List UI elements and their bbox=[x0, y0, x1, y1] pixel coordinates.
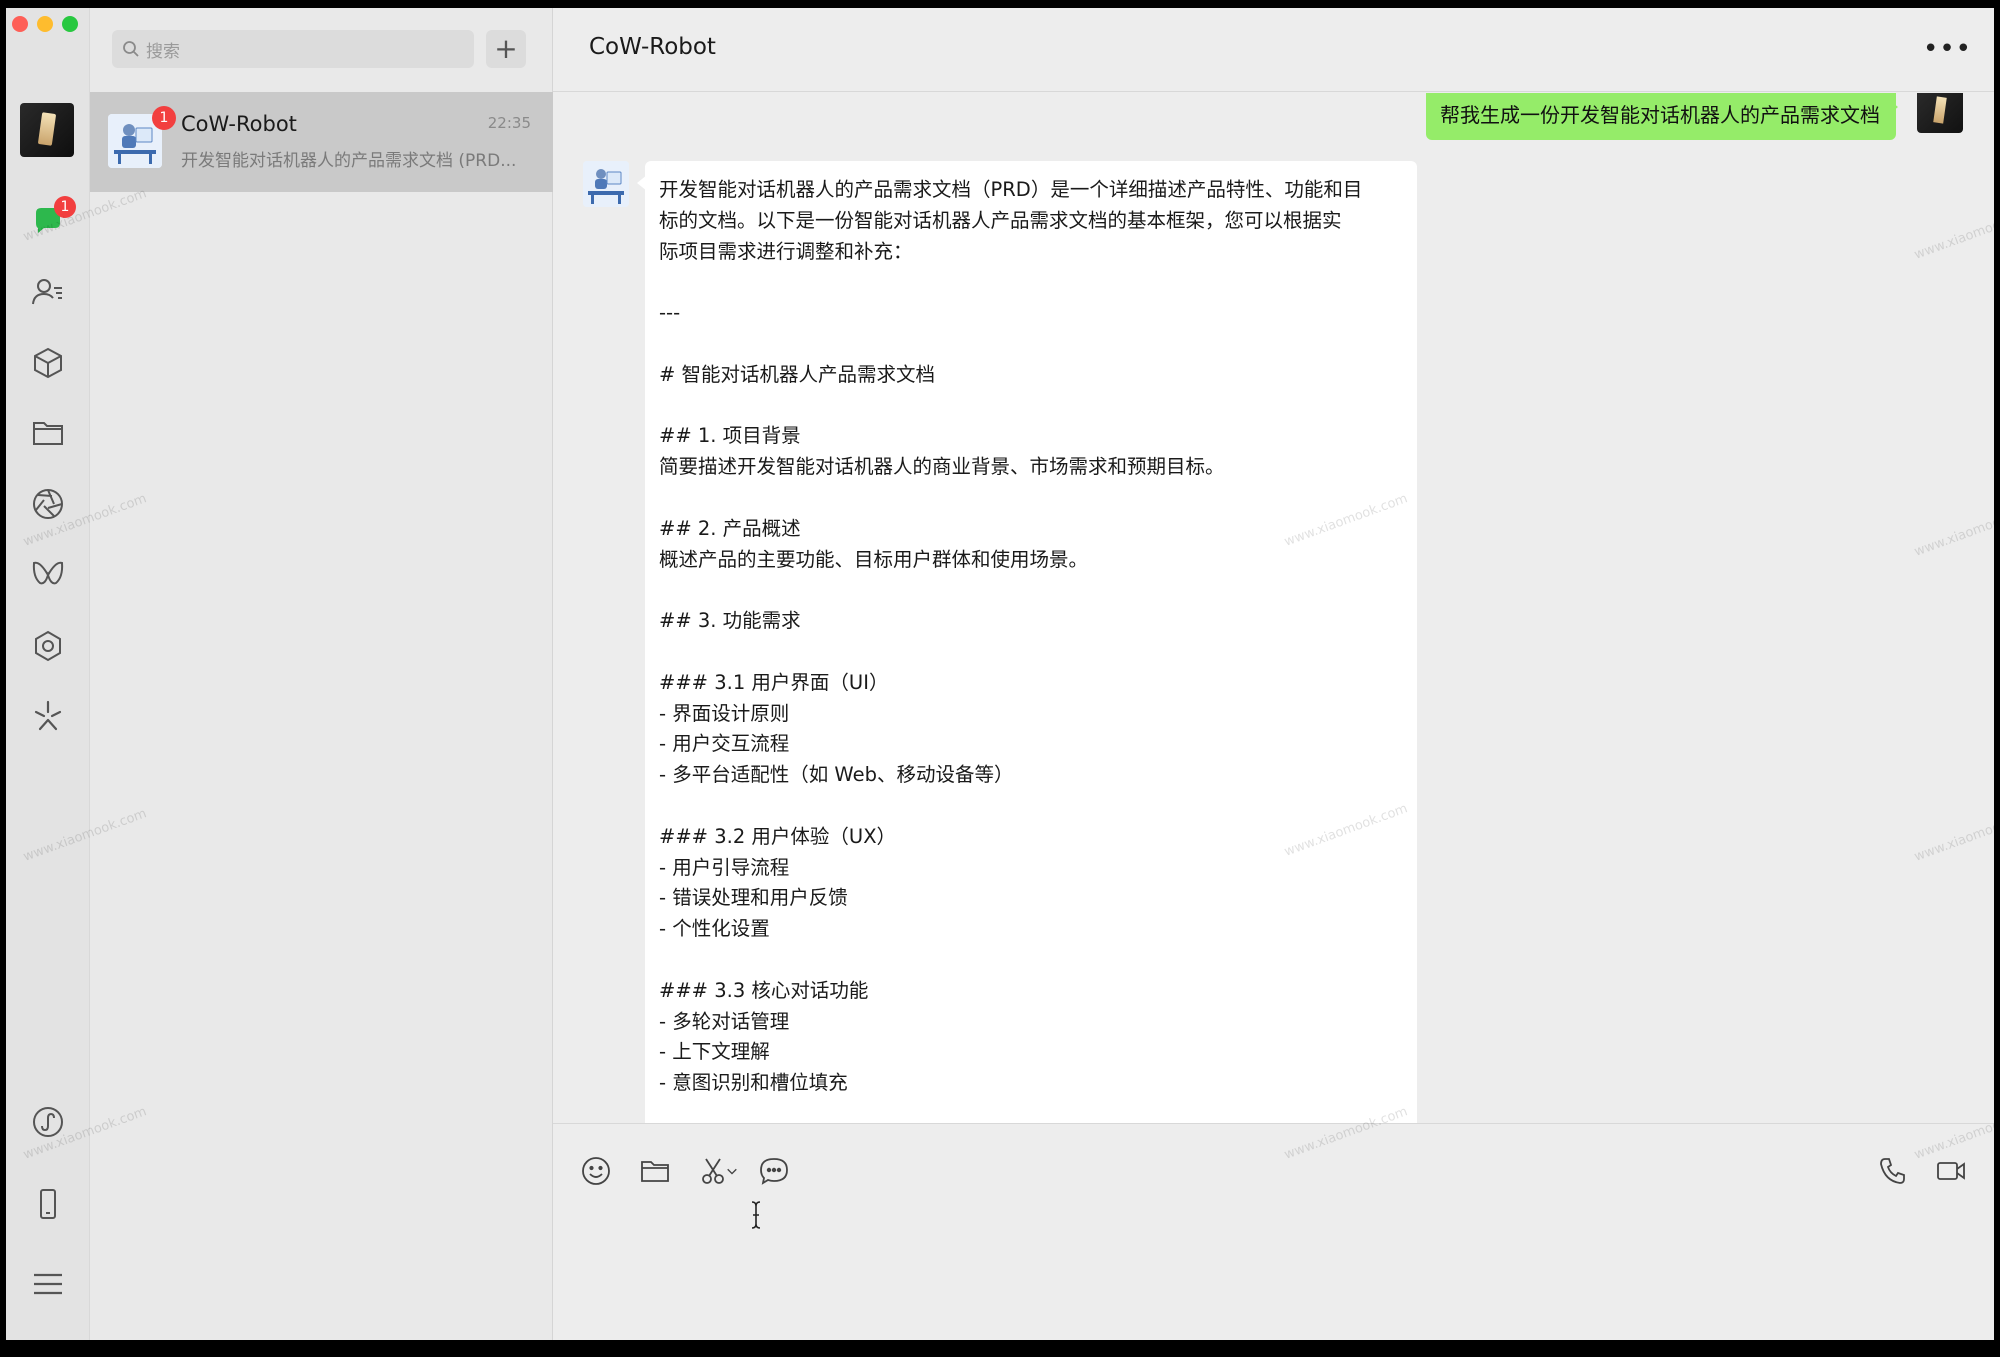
reply-line bbox=[659, 945, 1403, 976]
search-placeholder: 搜索 bbox=[146, 41, 180, 62]
sender-avatar[interactable] bbox=[1917, 93, 1963, 133]
reply-line: ## 2. 产品概述 bbox=[659, 516, 801, 540]
conversation-list-panel: 搜索 + 1 CoW-Robot 22:35 开发智能对话机器人的产品需求文档 … bbox=[90, 8, 553, 1340]
reply-line: # 智能对话机器人产品需求文档 bbox=[659, 362, 936, 386]
reply-line: - 用户交互流程 bbox=[659, 732, 790, 756]
unread-badge: 1 bbox=[152, 106, 176, 130]
reply-line: - 意图识别和槽位填充 bbox=[659, 1071, 848, 1095]
folder-icon[interactable] bbox=[28, 413, 68, 453]
chat-unread-badge: 1 bbox=[54, 196, 76, 218]
conversation-name: CoW-Robot bbox=[181, 112, 297, 136]
video-icon[interactable] bbox=[1934, 1154, 1968, 1188]
chat-bubble-icon[interactable] bbox=[757, 1154, 791, 1188]
butterfly-icon[interactable] bbox=[28, 555, 68, 595]
reply-line: 开发智能对话机器人的产品需求文档（PRD）是一个详细描述产品特性、功能和目 bbox=[659, 178, 1363, 201]
user-avatar[interactable] bbox=[20, 103, 74, 157]
cube-icon[interactable] bbox=[28, 343, 68, 383]
icon-rail: 1 bbox=[6, 8, 90, 1340]
message-list[interactable]: 帮我生成一份开发智能对话机器人的产品需求文档 开发智能对话机器人的产品需求文档（… bbox=[553, 93, 1994, 1123]
reply-line: - 多平台适配性（如 Web、移动设备等） bbox=[659, 763, 1014, 787]
contacts-icon[interactable] bbox=[28, 272, 68, 312]
reply-line: - 上下文理解 bbox=[659, 1040, 770, 1064]
reply-line bbox=[659, 575, 1403, 606]
text-cursor-icon bbox=[751, 1201, 761, 1229]
app-window: 1 搜索 + 1 CoW-Robot 22:35 开发智能对话机器人的产品需求文… bbox=[6, 8, 1994, 1340]
reply-line bbox=[659, 391, 1403, 422]
conversation-item[interactable]: 1 CoW-Robot 22:35 开发智能对话机器人的产品需求文档 (PRD.… bbox=[90, 92, 553, 192]
conversation-preview: 开发智能对话机器人的产品需求文档 (PRD... bbox=[181, 151, 517, 171]
robot-avatar[interactable] bbox=[583, 161, 629, 207]
chat-title: CoW-Robot bbox=[589, 34, 716, 60]
sparkle-icon[interactable] bbox=[28, 696, 68, 736]
phone-icon[interactable] bbox=[1876, 1154, 1910, 1188]
hexagon-gear-icon[interactable] bbox=[28, 626, 68, 666]
close-window-button[interactable] bbox=[12, 16, 28, 32]
chevron-down-icon[interactable] bbox=[725, 1154, 739, 1188]
zoom-window-button[interactable] bbox=[62, 16, 78, 32]
more-options-button[interactable]: ••• bbox=[1923, 34, 1972, 64]
reply-line: ### 3.2 用户体验（UX） bbox=[659, 824, 897, 848]
reply-line bbox=[659, 637, 1403, 668]
reply-line: - 个性化设置 bbox=[659, 917, 770, 941]
message-input-area[interactable] bbox=[553, 1123, 1994, 1340]
folder-icon[interactable] bbox=[638, 1154, 672, 1188]
reply-line: - 界面设计原则 bbox=[659, 701, 790, 725]
reply-line: --- bbox=[659, 301, 681, 325]
reply-text: 开发智能对话机器人的产品需求文档（PRD）是一个详细描述产品特性、功能和目 标的文… bbox=[659, 175, 1403, 1099]
reply-line: ## 1. 项目背景 bbox=[659, 424, 801, 448]
reply-line: 标的文档。以下是一份智能对话机器人产品需求文档的基本框架，您可以根据实 bbox=[659, 208, 1342, 232]
reply-line bbox=[659, 483, 1403, 514]
reply-line: - 多轮对话管理 bbox=[659, 1009, 790, 1033]
reply-line: ## 3. 功能需求 bbox=[659, 609, 801, 633]
reply-line: 简要描述开发智能对话机器人的商业背景、市场需求和预期目标。 bbox=[659, 455, 1225, 479]
add-button[interactable]: + bbox=[486, 30, 526, 68]
reply-line: 际项目需求进行调整和补充： bbox=[659, 239, 913, 263]
minimize-window-button[interactable] bbox=[37, 16, 53, 32]
reply-line bbox=[659, 267, 1403, 298]
reply-line: 概述产品的主要功能、目标用户群体和使用场景。 bbox=[659, 547, 1089, 571]
phone-device-icon[interactable] bbox=[28, 1184, 68, 1224]
menu-icon[interactable] bbox=[28, 1264, 68, 1304]
chat-panel: CoW-Robot ••• 帮我生成一份开发智能对话机器人的产品需求文档 开发智… bbox=[553, 8, 1994, 1340]
conversation-time: 22:35 bbox=[487, 114, 531, 132]
reply-line: ### 3.3 核心对话功能 bbox=[659, 978, 869, 1002]
reply-line: - 用户引导流程 bbox=[659, 855, 790, 879]
chat-header: CoW-Robot ••• bbox=[553, 8, 1994, 92]
search-input[interactable]: 搜索 bbox=[112, 30, 474, 68]
received-message-bubble[interactable]: 开发智能对话机器人的产品需求文档（PRD）是一个详细描述产品特性、功能和目 标的文… bbox=[637, 161, 1417, 1123]
reply-line bbox=[659, 791, 1403, 822]
aperture-icon[interactable] bbox=[28, 484, 68, 524]
search-icon bbox=[123, 41, 139, 57]
emoji-icon[interactable] bbox=[579, 1154, 613, 1188]
sent-message-bubble[interactable]: 帮我生成一份开发智能对话机器人的产品需求文档 bbox=[1426, 93, 1898, 140]
miniprogram-icon[interactable] bbox=[28, 1102, 68, 1142]
reply-line bbox=[659, 329, 1403, 360]
reply-line: - 错误处理和用户反馈 bbox=[659, 886, 848, 910]
reply-line: ### 3.1 用户界面（UI） bbox=[659, 670, 889, 694]
window-controls bbox=[12, 16, 78, 32]
